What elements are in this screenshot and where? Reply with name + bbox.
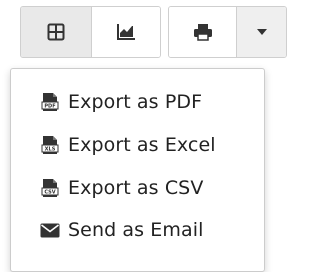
menu-item-label: Export as CSV xyxy=(68,177,204,199)
menu-item-label: Export as Excel xyxy=(68,134,216,156)
pdf-file-icon: PDF xyxy=(38,89,62,115)
xls-file-icon: XLS xyxy=(38,132,62,158)
svg-text:CSV: CSV xyxy=(44,190,55,196)
export-toolbar-widget: PDF Export as PDF XLS Export as Excel CS… xyxy=(0,0,291,272)
export-pdf-menu-item[interactable]: PDF Export as PDF xyxy=(11,82,264,122)
export-csv-menu-item[interactable]: CSV Export as CSV xyxy=(11,168,264,208)
svg-text:XLS: XLS xyxy=(45,147,56,153)
toolbar xyxy=(0,0,291,60)
view-toggle-group xyxy=(20,6,161,58)
area-chart-icon xyxy=(116,24,135,40)
chart-view-button[interactable] xyxy=(90,7,160,57)
printer-icon xyxy=(193,24,212,41)
export-dropdown-menu: PDF Export as PDF XLS Export as Excel CS… xyxy=(10,68,265,272)
menu-item-label: Export as PDF xyxy=(68,91,203,113)
csv-file-icon: CSV xyxy=(38,175,62,201)
action-button-group xyxy=(168,6,287,58)
caret-down-icon xyxy=(256,29,267,35)
send-email-menu-item[interactable]: Send as Email xyxy=(11,210,264,250)
export-dropdown-toggle[interactable] xyxy=(236,7,286,57)
menu-item-label: Send as Email xyxy=(68,219,204,241)
table-view-button[interactable] xyxy=(21,7,91,57)
print-button[interactable] xyxy=(169,7,237,57)
table-grid-icon xyxy=(47,23,65,41)
export-excel-menu-item[interactable]: XLS Export as Excel xyxy=(11,125,264,165)
envelope-icon xyxy=(38,217,62,243)
svg-text:PDF: PDF xyxy=(44,104,55,110)
